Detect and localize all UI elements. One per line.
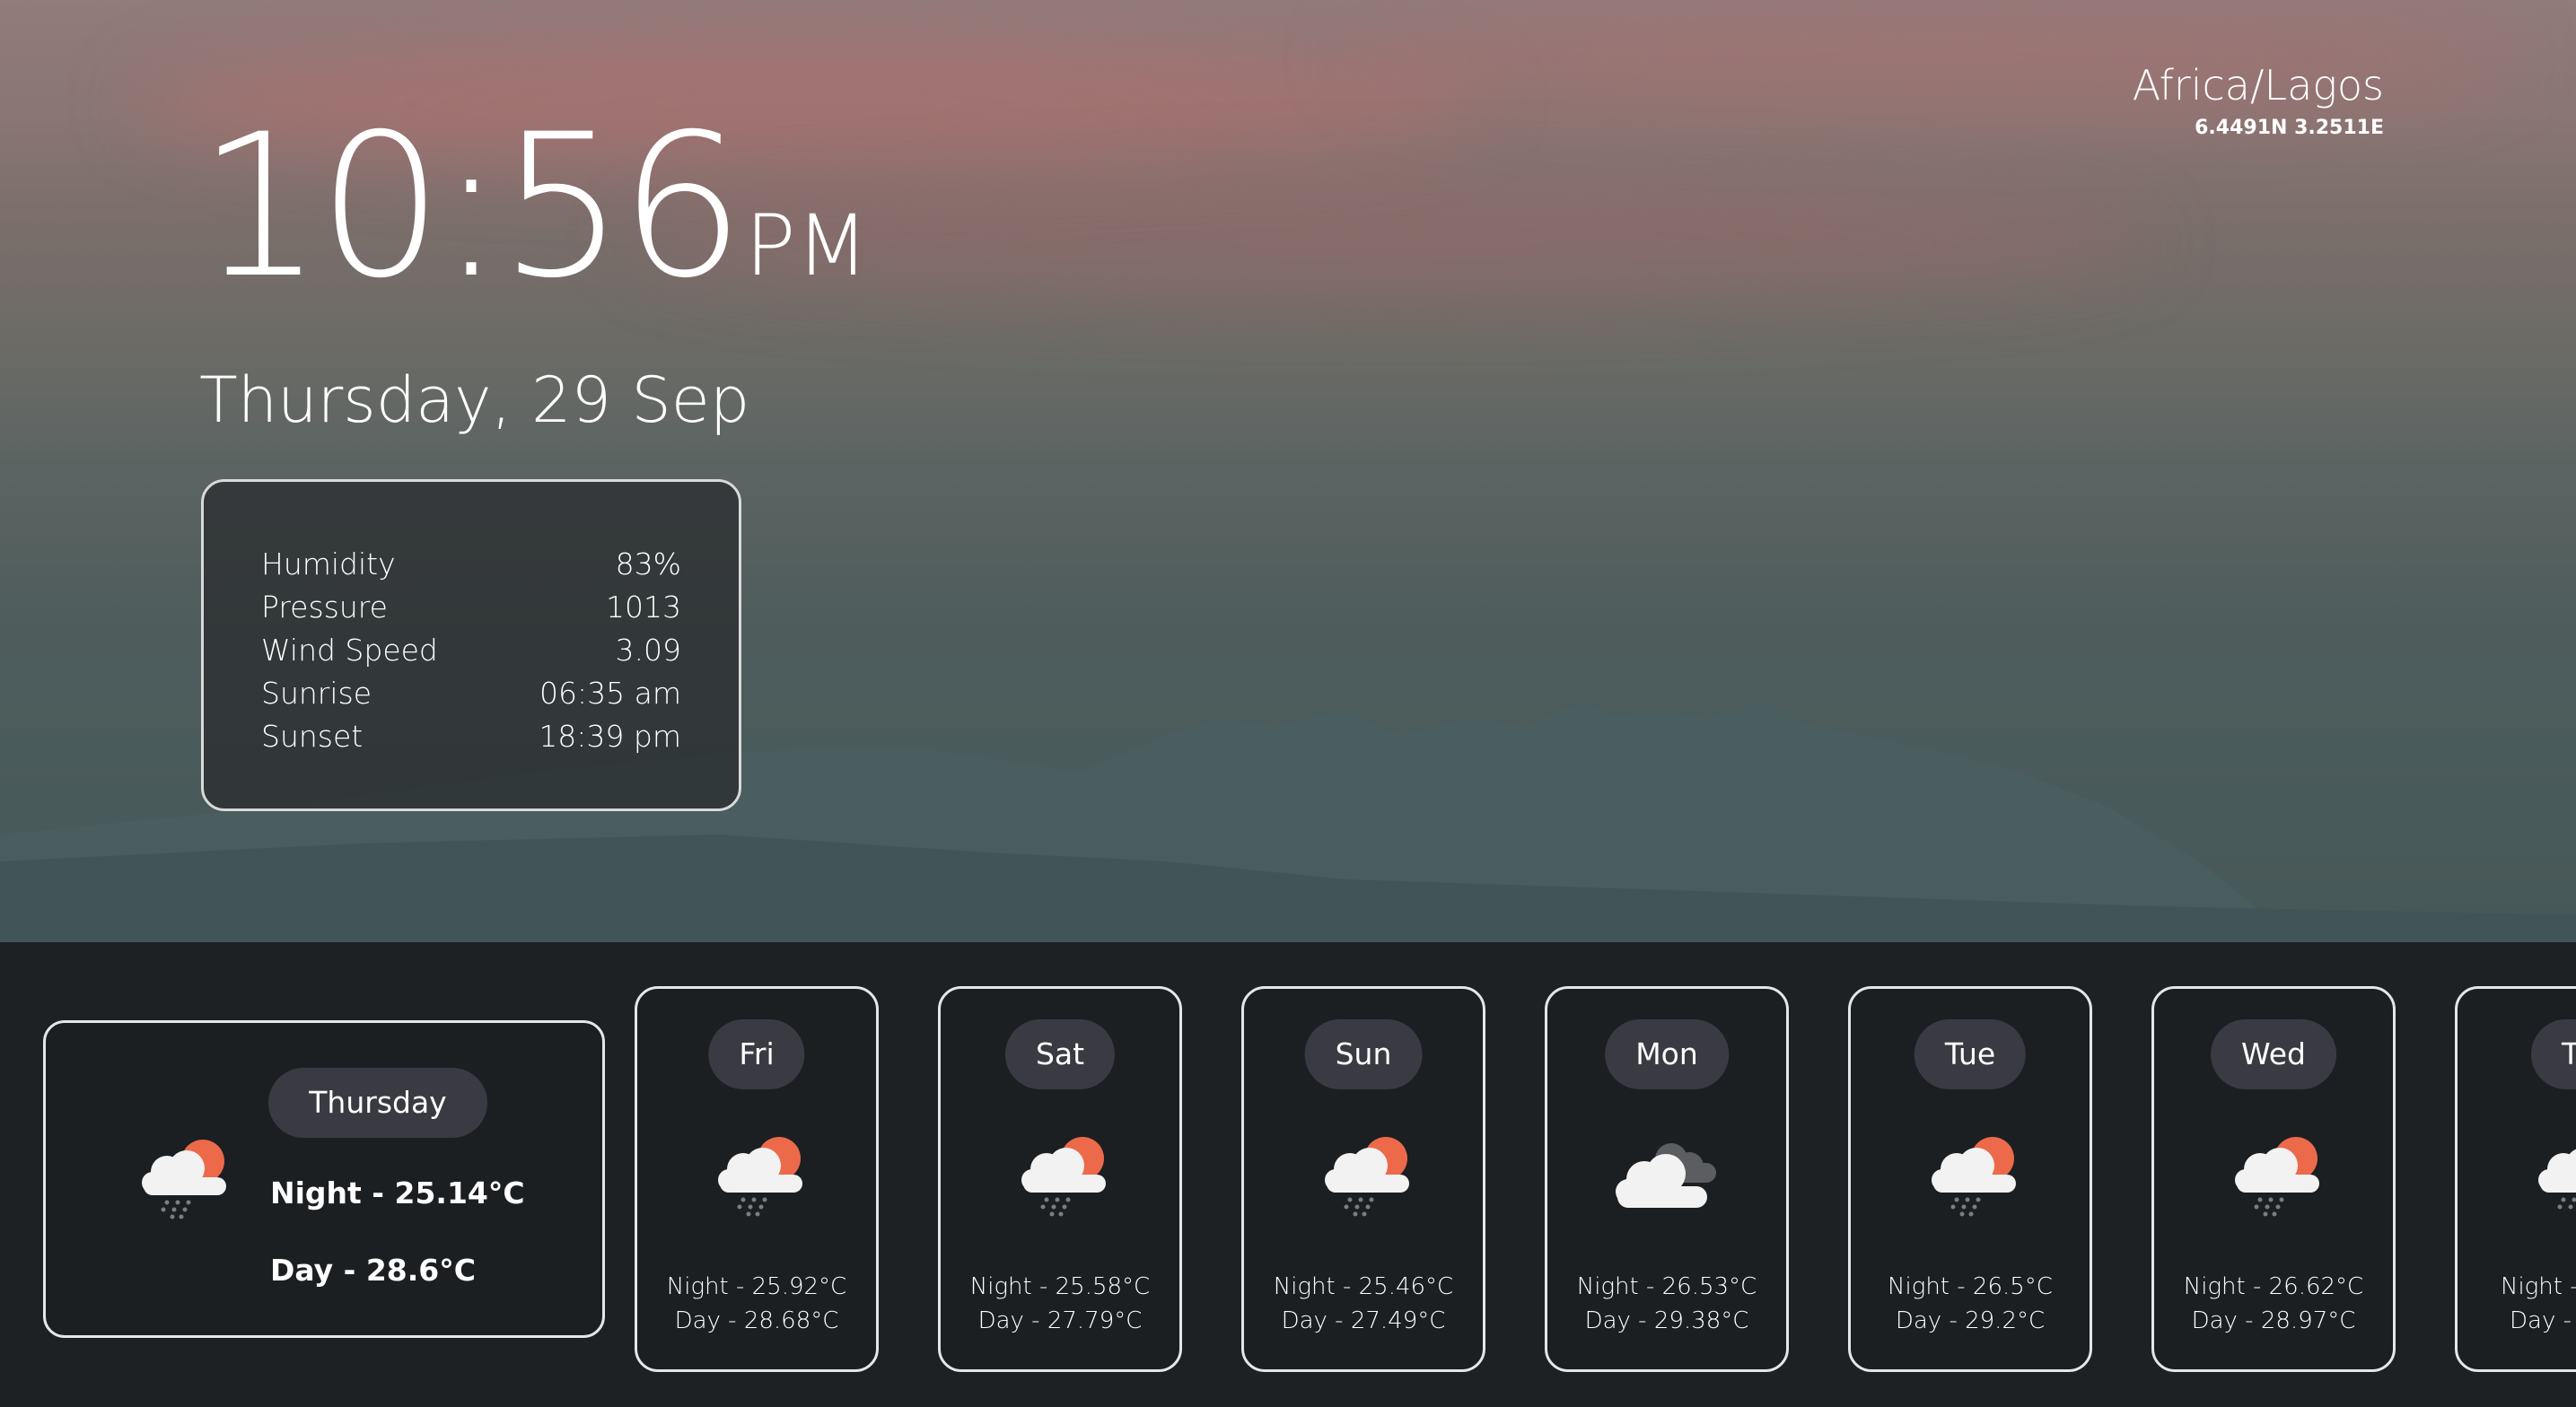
forecast-card-tue: Tue Night - 26.5°C Day - 29.2°C <box>1848 986 2092 1372</box>
forecast-day-pill: Sat <box>1004 1019 1116 1089</box>
rain-partly-cloudy-icon <box>2235 1137 2319 1217</box>
clock-ampm: PM <box>745 197 869 295</box>
forecast-card-clip: Th Night - Day - <box>2455 986 2576 1372</box>
today-day-pill: Thursday <box>268 1068 487 1138</box>
forecast-night-temp: Night - 25.92°C <box>666 1273 847 1300</box>
forecast-night-temp: Night - 26.62°C <box>2183 1273 2364 1300</box>
forecast-night-temp: Night - 26.5°C <box>1888 1273 2053 1300</box>
forecast-temps: Night - 26.62°C Day - 28.97°C <box>2154 1270 2393 1338</box>
detail-row-sunset: Sunset 18:39 pm <box>261 715 681 758</box>
forecast-day-pill: Sun <box>1304 1019 1423 1089</box>
detail-value: 83% <box>615 546 681 581</box>
forecast-card-sun: Sun Night - 25.46°C Day - 27.49°C <box>1241 986 1485 1372</box>
forecast-card-sat: Sat Night - 25.58°C Day - 27.79°C <box>938 986 1182 1372</box>
forecast-day-temp: Day - 28.68°C <box>674 1307 839 1334</box>
detail-label: Sunrise <box>261 676 372 711</box>
detail-value: 06:35 am <box>539 676 681 711</box>
forecast-night-temp: Night - 25.58°C <box>969 1273 1151 1300</box>
overcast-clouds-icon <box>1616 1143 1716 1208</box>
forecast-night-temp: Night - 26.53°C <box>1576 1273 1757 1300</box>
forecast-day-temp: Day - 28.97°C <box>2191 1307 2356 1334</box>
timezone-name: Africa/Lagos <box>2132 61 2384 109</box>
forecast-temps: Night - 25.92°C Day - 28.68°C <box>637 1270 876 1338</box>
forecast-card-wed: Wed Night - 26.62°C Day - 28.97°C <box>2151 986 2396 1372</box>
forecast-temps: Night - 26.53°C Day - 29.38°C <box>1547 1270 1786 1338</box>
detail-value: 3.09 <box>615 633 681 668</box>
forecast-day-pill: Mon <box>1605 1019 1729 1089</box>
detail-label: Pressure <box>261 590 388 625</box>
detail-row-pressure: Pressure 1013 <box>261 586 681 629</box>
forecast-day-pill: Fri <box>708 1019 805 1089</box>
forecast-day-temp: Day - 27.49°C <box>1281 1307 1446 1334</box>
forecast-temps: Night - 25.46°C Day - 27.49°C <box>1244 1270 1483 1338</box>
detail-label: Wind Speed <box>261 633 438 668</box>
weather-details-panel: Humidity 83% Pressure 1013 Wind Speed 3.… <box>201 479 741 811</box>
forecast-card-thu: Th Night - Day - <box>2455 986 2576 1372</box>
forecast-temps: Night - Day - <box>2458 1270 2576 1338</box>
detail-row-wind-speed: Wind Speed 3.09 <box>261 629 681 672</box>
rain-partly-cloudy-icon <box>1021 1137 1106 1217</box>
rain-partly-cloudy-icon <box>142 1140 226 1219</box>
forecast-day-pill: Wed <box>2211 1019 2336 1089</box>
forecast-night-temp: Night - 25.46°C <box>1273 1273 1454 1300</box>
forecast-temps: Night - 25.58°C Day - 27.79°C <box>941 1270 1179 1338</box>
today-day-temp: Day - 28.6°C <box>270 1253 476 1288</box>
forecast-day-pill: Th <box>2531 1019 2576 1089</box>
forecast-night-temp: Night - <box>2501 1273 2576 1300</box>
clock-time: 10:56 <box>197 92 745 321</box>
forecast-card-fri: Fri Night - 25.92°C Day - 28.68°C <box>635 986 879 1372</box>
detail-value: 18:39 pm <box>539 719 681 754</box>
forecast-day-temp: Day - 29.2°C <box>1895 1307 2046 1334</box>
detail-label: Humidity <box>261 546 396 581</box>
detail-row-sunrise: Sunrise 06:35 am <box>261 672 681 715</box>
detail-value: 1013 <box>606 590 681 625</box>
current-date: Thursday, 29 Sep <box>199 363 750 437</box>
forecast-day-temp: Day - <box>2510 1307 2572 1334</box>
detail-label: Sunset <box>261 719 364 754</box>
location: Africa/Lagos 6.4491N 3.2511E <box>2133 61 2384 139</box>
rain-partly-cloudy-icon <box>1932 1137 2016 1217</box>
rain-partly-cloudy-icon <box>1325 1137 1409 1217</box>
forecast-day-temp: Day - 27.79°C <box>977 1307 1143 1334</box>
coordinates: 6.4491N 3.2511E <box>2195 117 2384 139</box>
forecast-day-pill: Tue <box>1914 1019 2027 1089</box>
detail-row-humidity: Humidity 83% <box>261 543 681 586</box>
forecast-temps: Night - 26.5°C Day - 29.2°C <box>1851 1270 2090 1338</box>
rain-partly-cloudy-icon <box>2538 1149 2576 1210</box>
rain-partly-cloudy-icon <box>718 1137 802 1217</box>
clock: 10:56PM <box>197 108 869 305</box>
today-night-temp: Night - 25.14°C <box>270 1175 525 1210</box>
forecast-day-temp: Day - 29.38°C <box>1584 1307 1749 1334</box>
today-forecast-card: Thursday Night - 25.14°C Day - 28.6°C <box>43 1020 605 1338</box>
forecast-card-mon: Mon Night - 26.53°C Day - 29.38°C <box>1545 986 1789 1372</box>
